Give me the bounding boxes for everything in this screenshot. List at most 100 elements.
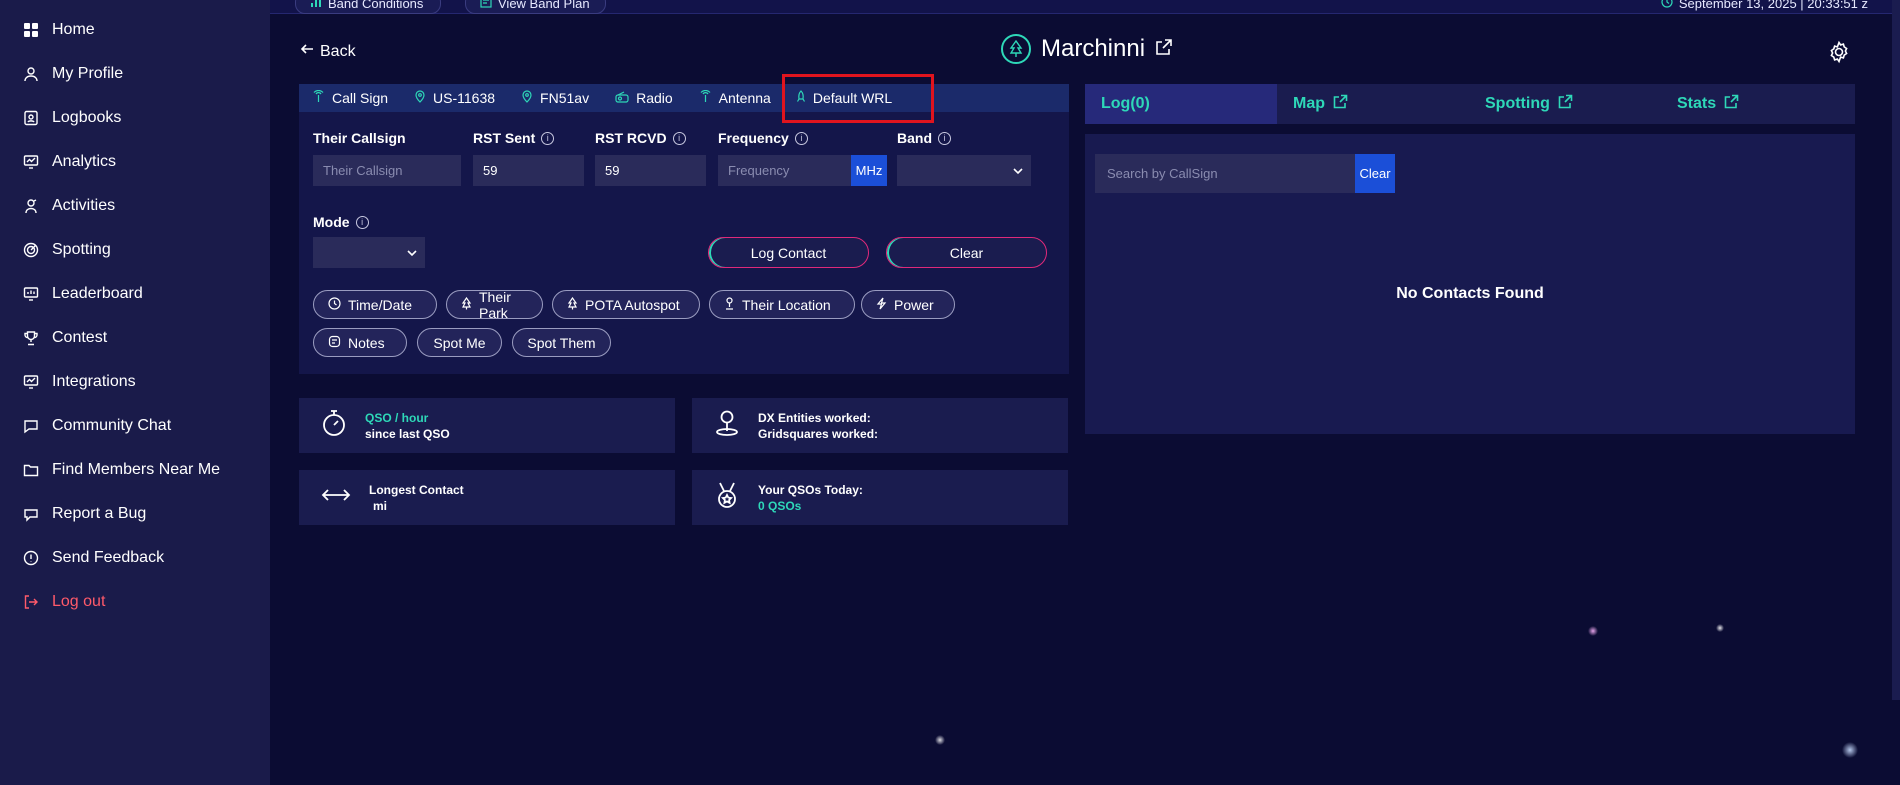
chip-label: Notes xyxy=(348,334,385,351)
tab-label: Spotting xyxy=(1485,95,1550,112)
medal-icon xyxy=(714,481,740,514)
rst-sent-label: RST Sent i xyxy=(473,130,555,146)
chip-power[interactable]: Power xyxy=(861,290,955,319)
label-text: RST Sent xyxy=(473,130,536,146)
sidebar-item-report-bug[interactable]: Report a Bug xyxy=(0,492,270,536)
sidebar-item-contest[interactable]: Contest xyxy=(0,316,270,360)
clear-form-button[interactable]: Clear xyxy=(886,237,1047,268)
sidebar-item-label: Home xyxy=(52,21,95,38)
mode-select[interactable] xyxy=(313,237,425,268)
qso-rate-label: QSO / hour xyxy=(365,410,429,425)
chip-label: Time/Date xyxy=(348,296,413,313)
tab-stats[interactable]: Stats xyxy=(1661,84,1853,124)
double-arrow-icon xyxy=(321,485,351,510)
sidebar-item-label: Send Feedback xyxy=(52,549,165,566)
page-scrollbar[interactable] xyxy=(1892,0,1900,700)
tab-log[interactable]: Log(0) xyxy=(1085,84,1277,124)
frequency-input[interactable] xyxy=(718,155,851,186)
info-icon[interactable]: i xyxy=(541,131,555,145)
callsign-search-input[interactable] xyxy=(1095,154,1355,193)
rst-sent-input[interactable] xyxy=(473,155,584,186)
tab-map[interactable]: Map xyxy=(1277,84,1469,124)
tab-label: US-11638 xyxy=(433,90,496,106)
back-label: Back xyxy=(320,42,356,60)
chip-spot-them[interactable]: Spot Them xyxy=(512,328,611,357)
analytics-icon xyxy=(22,153,40,171)
external-link-icon[interactable] xyxy=(1155,38,1173,61)
antenna-icon xyxy=(312,89,325,106)
radio-icon xyxy=(615,90,629,106)
external-link-icon xyxy=(1724,94,1739,114)
info-icon[interactable]: i xyxy=(938,131,951,145)
chip-spot-me[interactable]: Spot Me xyxy=(417,328,502,357)
chip-label: Their Park xyxy=(479,288,511,321)
view-band-plan-button[interactable]: View Band Plan xyxy=(465,0,606,14)
tree-icon xyxy=(461,296,472,313)
clock-icon xyxy=(1661,0,1673,11)
settings-gear-icon[interactable] xyxy=(1827,40,1851,64)
tab-label: Antenna xyxy=(718,90,771,106)
stopwatch-icon xyxy=(321,409,347,442)
rst-rcvd-input[interactable] xyxy=(595,155,706,186)
search-clear-button[interactable]: Clear xyxy=(1355,154,1395,193)
tree-icon xyxy=(1001,34,1031,64)
radar-icon xyxy=(22,241,40,259)
log-contact-button[interactable]: Log Contact xyxy=(708,237,869,268)
band-conditions-button[interactable]: Band Conditions xyxy=(295,0,441,14)
lightning-icon xyxy=(876,297,887,313)
contacts-panel: Clear No Contacts Found xyxy=(1085,134,1855,434)
page-header: Marchinni xyxy=(1001,34,1173,64)
qsos-today-card: Your QSOs Today: 0 QSOs xyxy=(692,470,1068,525)
dx-entities-card: DX Entities worked: Gridsquares worked: xyxy=(692,398,1068,453)
tab-label: Stats xyxy=(1677,95,1717,112)
sidebar-item-spotting[interactable]: Spotting xyxy=(0,228,270,272)
sidebar-item-integrations[interactable]: Integrations xyxy=(0,360,270,404)
sidebar-item-my-profile[interactable]: My Profile xyxy=(0,52,270,96)
gridsquares-label: Gridsquares worked: xyxy=(758,426,879,441)
sidebar-item-analytics[interactable]: Analytics xyxy=(0,140,270,184)
sidebar-item-send-feedback[interactable]: Send Feedback xyxy=(0,536,270,580)
sidebar-item-label: Logbooks xyxy=(52,109,122,126)
folder-icon xyxy=(22,461,40,479)
sidebar-item-logbooks[interactable]: Logbooks xyxy=(0,96,270,140)
logout-icon xyxy=(22,593,40,611)
sidebar-item-leaderboard[interactable]: Leaderboard xyxy=(0,272,270,316)
tab-label: Map xyxy=(1293,95,1325,112)
sidebar-item-community-chat[interactable]: Community Chat xyxy=(0,404,270,448)
sidebar-item-find-members[interactable]: Find Members Near Me xyxy=(0,448,270,492)
tab-default-wrl[interactable]: Default WRL xyxy=(781,73,935,123)
tab-call-sign[interactable]: Call Sign xyxy=(299,84,401,112)
user-icon xyxy=(22,65,40,83)
chip-their-location[interactable]: Their Location xyxy=(709,290,855,319)
tab-label: Call Sign xyxy=(332,90,389,106)
info-icon[interactable]: i xyxy=(794,131,808,145)
empty-state-message: No Contacts Found xyxy=(1396,285,1544,302)
chip-time-date[interactable]: Time/Date xyxy=(313,290,437,319)
tab-label: Radio xyxy=(636,90,673,106)
sidebar-item-home[interactable]: Home xyxy=(0,8,270,52)
back-button[interactable]: Back xyxy=(300,42,356,61)
tab-label: Default WRL xyxy=(812,90,893,106)
tab-spotting[interactable]: Spotting xyxy=(1469,84,1661,124)
their-callsign-label: Their Callsign xyxy=(313,130,406,146)
chip-pota-autospot[interactable]: POTA Autospot xyxy=(552,290,700,319)
info-icon[interactable]: i xyxy=(672,131,686,145)
sidebar-item-logout[interactable]: Log out xyxy=(0,580,270,624)
sidebar-item-label: Analytics xyxy=(52,153,117,170)
band-select[interactable] xyxy=(897,155,1031,186)
chip-their-park[interactable]: Their Park xyxy=(446,288,543,321)
tab-park-ref[interactable]: US-11638 xyxy=(401,84,508,112)
chip-label: Spot Them xyxy=(527,334,596,351)
chip-notes[interactable]: Notes xyxy=(313,328,407,357)
logbook-icon xyxy=(22,109,40,127)
sidebar-item-label: Report a Bug xyxy=(52,505,147,522)
their-callsign-input[interactable] xyxy=(313,155,461,186)
tab-antenna[interactable]: Antenna xyxy=(686,84,784,112)
rocket-icon xyxy=(796,90,806,106)
tab-grid-square[interactable]: FN51av xyxy=(508,84,602,112)
sidebar-item-activities[interactable]: Activities xyxy=(0,184,270,228)
leaderboard-icon xyxy=(22,285,40,303)
sidebar-item-label: Find Members Near Me xyxy=(52,461,221,478)
info-icon[interactable]: i xyxy=(355,215,369,229)
tab-radio[interactable]: Radio xyxy=(602,84,686,112)
